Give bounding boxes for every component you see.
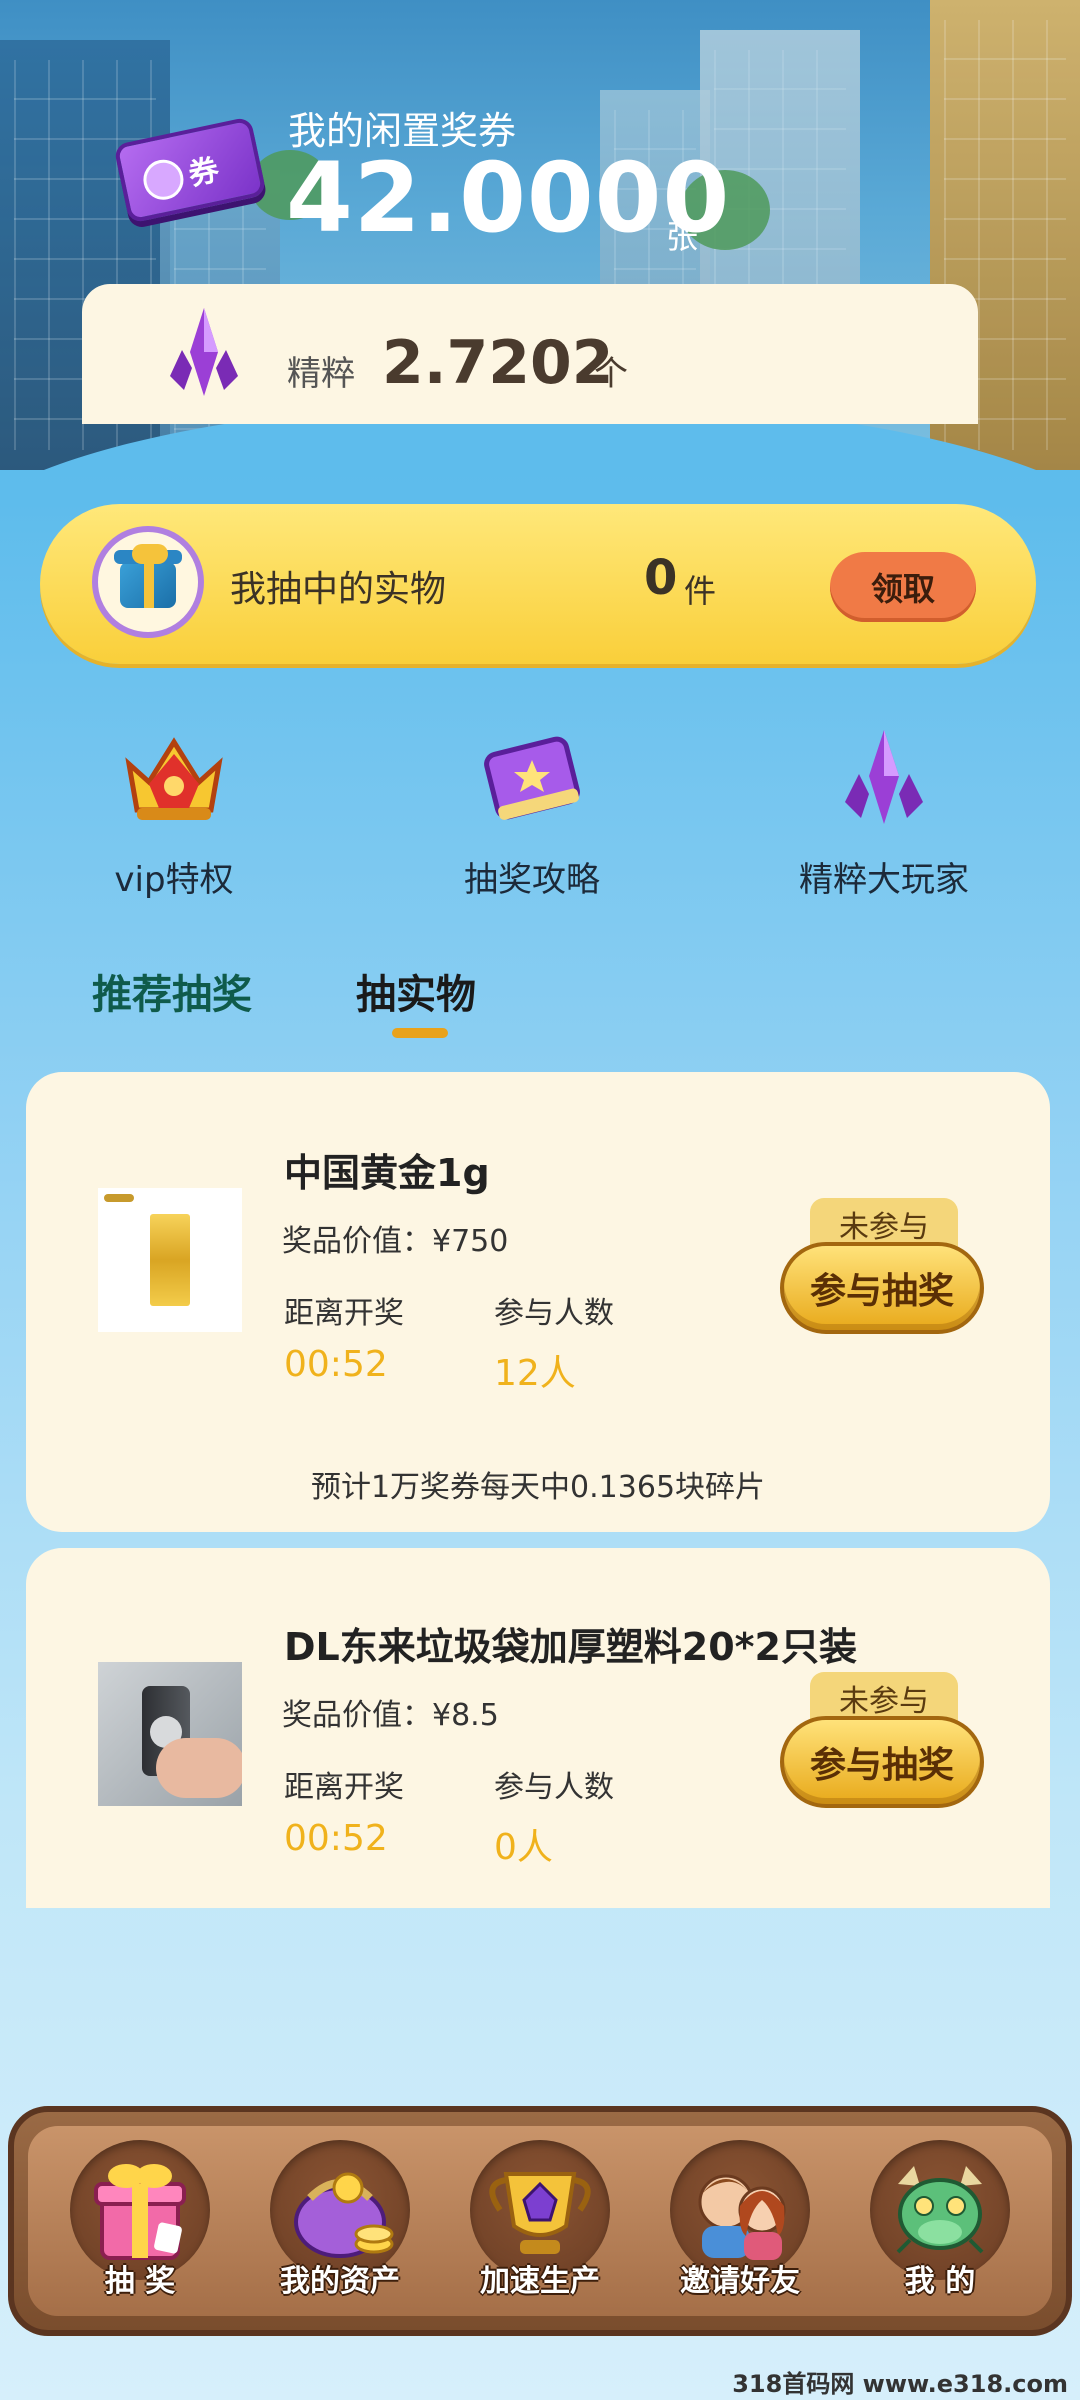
participants-value: 0人 bbox=[494, 1827, 553, 1868]
prize-value: 奖品价值：¥750 bbox=[282, 1224, 509, 1259]
participants-label: 参与人数 bbox=[494, 1770, 614, 1805]
won-prizes-count: 0 bbox=[644, 550, 678, 606]
nav-label: 我 的 bbox=[904, 2264, 976, 2299]
nav-item-invite-friends[interactable]: 邀请好友 bbox=[660, 2140, 820, 2300]
crystal-icon bbox=[845, 730, 923, 824]
vouchers-unit: 张 bbox=[666, 218, 699, 256]
join-lottery-button[interactable]: 参与抽奖 bbox=[780, 1242, 984, 1334]
quick-link-label: 抽奖攻略 bbox=[464, 860, 600, 900]
crown-icon bbox=[125, 737, 223, 820]
nav-item-speed-up-production[interactable]: 加速生产 bbox=[460, 2140, 620, 2300]
prize-note: 预计1万奖券每天中0.1365块碎片 bbox=[310, 1470, 766, 1505]
nav-item-mine[interactable]: 我 的 bbox=[860, 2140, 1020, 2300]
prize-title: DL东来垃圾袋加厚塑料20*2只装 bbox=[284, 1625, 857, 1669]
essence-value: 2.7202 bbox=[382, 328, 614, 398]
vouchers-value: 42.0000 bbox=[286, 142, 731, 254]
guide-book-icon bbox=[484, 736, 580, 820]
gift-avatar-icon bbox=[92, 526, 204, 638]
countdown-value: 00:52 bbox=[284, 1344, 388, 1385]
quick-link-essence-player[interactable]: 精粹大玩家 bbox=[764, 724, 1004, 901]
prize-title: 中国黄金1g bbox=[284, 1151, 490, 1195]
active-tab-indicator bbox=[392, 1028, 448, 1038]
countdown-label: 距离开奖 bbox=[284, 1770, 404, 1805]
participants-label: 参与人数 bbox=[494, 1296, 614, 1331]
nav-label: 邀请好友 bbox=[680, 2264, 800, 2299]
prize-image-trash-bags bbox=[98, 1662, 242, 1806]
countdown-value: 00:52 bbox=[284, 1818, 388, 1859]
countdown-label: 距离开奖 bbox=[284, 1296, 404, 1331]
participants-value: 12人 bbox=[494, 1353, 576, 1394]
crystal-icon bbox=[170, 308, 238, 396]
prize-value: 奖品价值：¥8.5 bbox=[282, 1698, 499, 1733]
quick-link-label: 精粹大玩家 bbox=[799, 860, 969, 900]
lottery-card: DL东来垃圾袋加厚塑料20*2只装 奖品价值：¥8.5 距离开奖 参与人数 00… bbox=[26, 1548, 1050, 1908]
quick-link-guide[interactable]: 抽奖攻略 bbox=[412, 724, 652, 901]
tab-recommended-lottery[interactable]: 推荐抽奖 bbox=[92, 962, 252, 1020]
tab-physical-lottery[interactable]: 抽实物 bbox=[356, 962, 476, 1020]
prize-image-gold bbox=[98, 1188, 242, 1332]
nav-label: 抽 奖 bbox=[104, 2264, 176, 2299]
nav-item-lottery[interactable]: 抽 奖 bbox=[60, 2140, 220, 2300]
nav-label: 我的资产 bbox=[280, 2264, 400, 2299]
quick-link-label: vip特权 bbox=[114, 860, 234, 900]
won-prizes-bar: 我抽中的实物 0 件 领取 bbox=[40, 504, 1036, 664]
join-lottery-button[interactable]: 参与抽奖 bbox=[780, 1716, 984, 1808]
quick-link-vip[interactable]: vip特权 bbox=[54, 724, 294, 901]
essence-unit: 个 bbox=[594, 354, 628, 394]
essence-label: 精粹 bbox=[287, 354, 355, 394]
watermark: 318首码网 www.e318.com bbox=[732, 2370, 1068, 2398]
claim-button[interactable]: 领取 bbox=[830, 552, 976, 622]
bottom-nav: 抽 奖 我的资产 加速生产 邀请好友 我 的 bbox=[8, 2106, 1072, 2336]
won-prizes-unit: 件 bbox=[684, 572, 717, 610]
lottery-card: 中国黄金1g 奖品价值：¥750 距离开奖 参与人数 00:52 12人 未参与… bbox=[26, 1072, 1050, 1532]
won-prizes-label: 我抽中的实物 bbox=[230, 569, 447, 610]
nav-label: 加速生产 bbox=[480, 2264, 600, 2299]
nav-item-my-assets[interactable]: 我的资产 bbox=[260, 2140, 420, 2300]
essence-card: 精粹 2.7202 个 bbox=[82, 284, 978, 424]
